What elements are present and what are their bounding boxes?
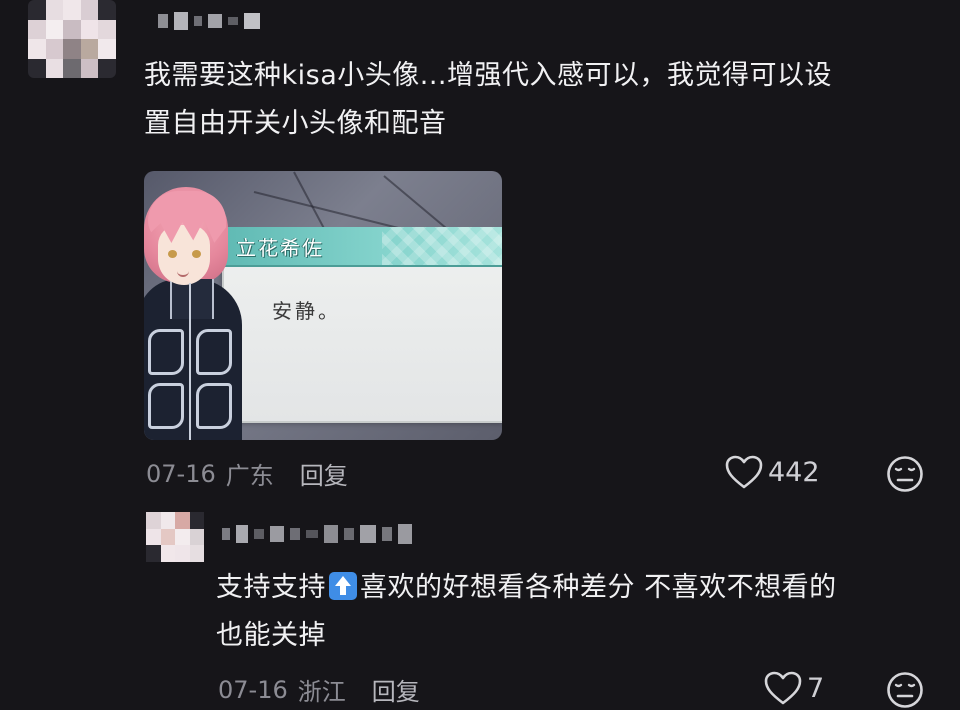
reply-text-part: 喜欢的好想看各种差分 不喜欢不想看的 — [360, 572, 837, 603]
username-pixelated[interactable] — [222, 524, 412, 544]
character-pattern — [196, 383, 232, 429]
dialogue-box — [222, 241, 502, 423]
character-collar — [170, 279, 214, 319]
neutral-face-icon[interactable] — [885, 454, 925, 494]
character-pattern — [148, 383, 184, 429]
reply-text-part: 支持支持 — [216, 572, 326, 603]
avatar[interactable] — [28, 0, 116, 78]
like-count: 442 — [768, 456, 820, 488]
comment-text-line: 置自由开关小头像和配音 — [144, 108, 447, 139]
reply-button[interactable]: 回复 — [300, 456, 348, 491]
character-eye — [192, 250, 201, 258]
like-button[interactable]: 442 — [724, 454, 820, 490]
character-zipper — [189, 283, 191, 440]
comment-text-line: 我需要这种kisa小头像...增强代入感可以，我觉得可以设 — [144, 60, 832, 91]
up-arrow-emoji-icon — [329, 572, 357, 600]
comment-meta: 07-16 广东 回复 — [146, 456, 348, 491]
comment-image[interactable]: 立花希佐 安静。 — [144, 171, 502, 440]
avatar[interactable] — [146, 512, 204, 562]
character-eye — [168, 250, 177, 258]
reply-date: 07-16 — [218, 675, 288, 704]
comment-text: 我需要这种kisa小头像...增强代入感可以，我觉得可以设 置自由开关小头像和配… — [144, 52, 934, 148]
like-button[interactable]: 7 — [763, 670, 824, 706]
like-count: 7 — [807, 672, 825, 704]
neutral-face-icon[interactable] — [885, 670, 925, 710]
character-pattern — [196, 329, 232, 375]
username-pixelated[interactable] — [158, 12, 260, 30]
heart-icon — [763, 670, 803, 706]
comment-location: 广东 — [225, 462, 274, 490]
reply-text-line: 也能关掉 — [216, 620, 326, 651]
comment-date: 07-16 — [146, 459, 216, 488]
reply-text: 支持支持 喜欢的好想看各种差分 不喜欢不想看的 也能关掉 — [216, 564, 936, 660]
speaker-name: 立花希佐 — [236, 236, 324, 260]
reply-location: 浙江 — [297, 678, 346, 706]
reply-button[interactable]: 回复 — [372, 672, 420, 707]
heart-icon — [724, 454, 764, 490]
character-pattern — [148, 329, 184, 375]
reply-meta: 07-16 浙江 回复 — [218, 672, 420, 707]
dialogue-text: 安静。 — [272, 299, 341, 323]
reply-text-line: 支持支持 喜欢的好想看各种差分 不喜欢不想看的 — [216, 564, 936, 612]
